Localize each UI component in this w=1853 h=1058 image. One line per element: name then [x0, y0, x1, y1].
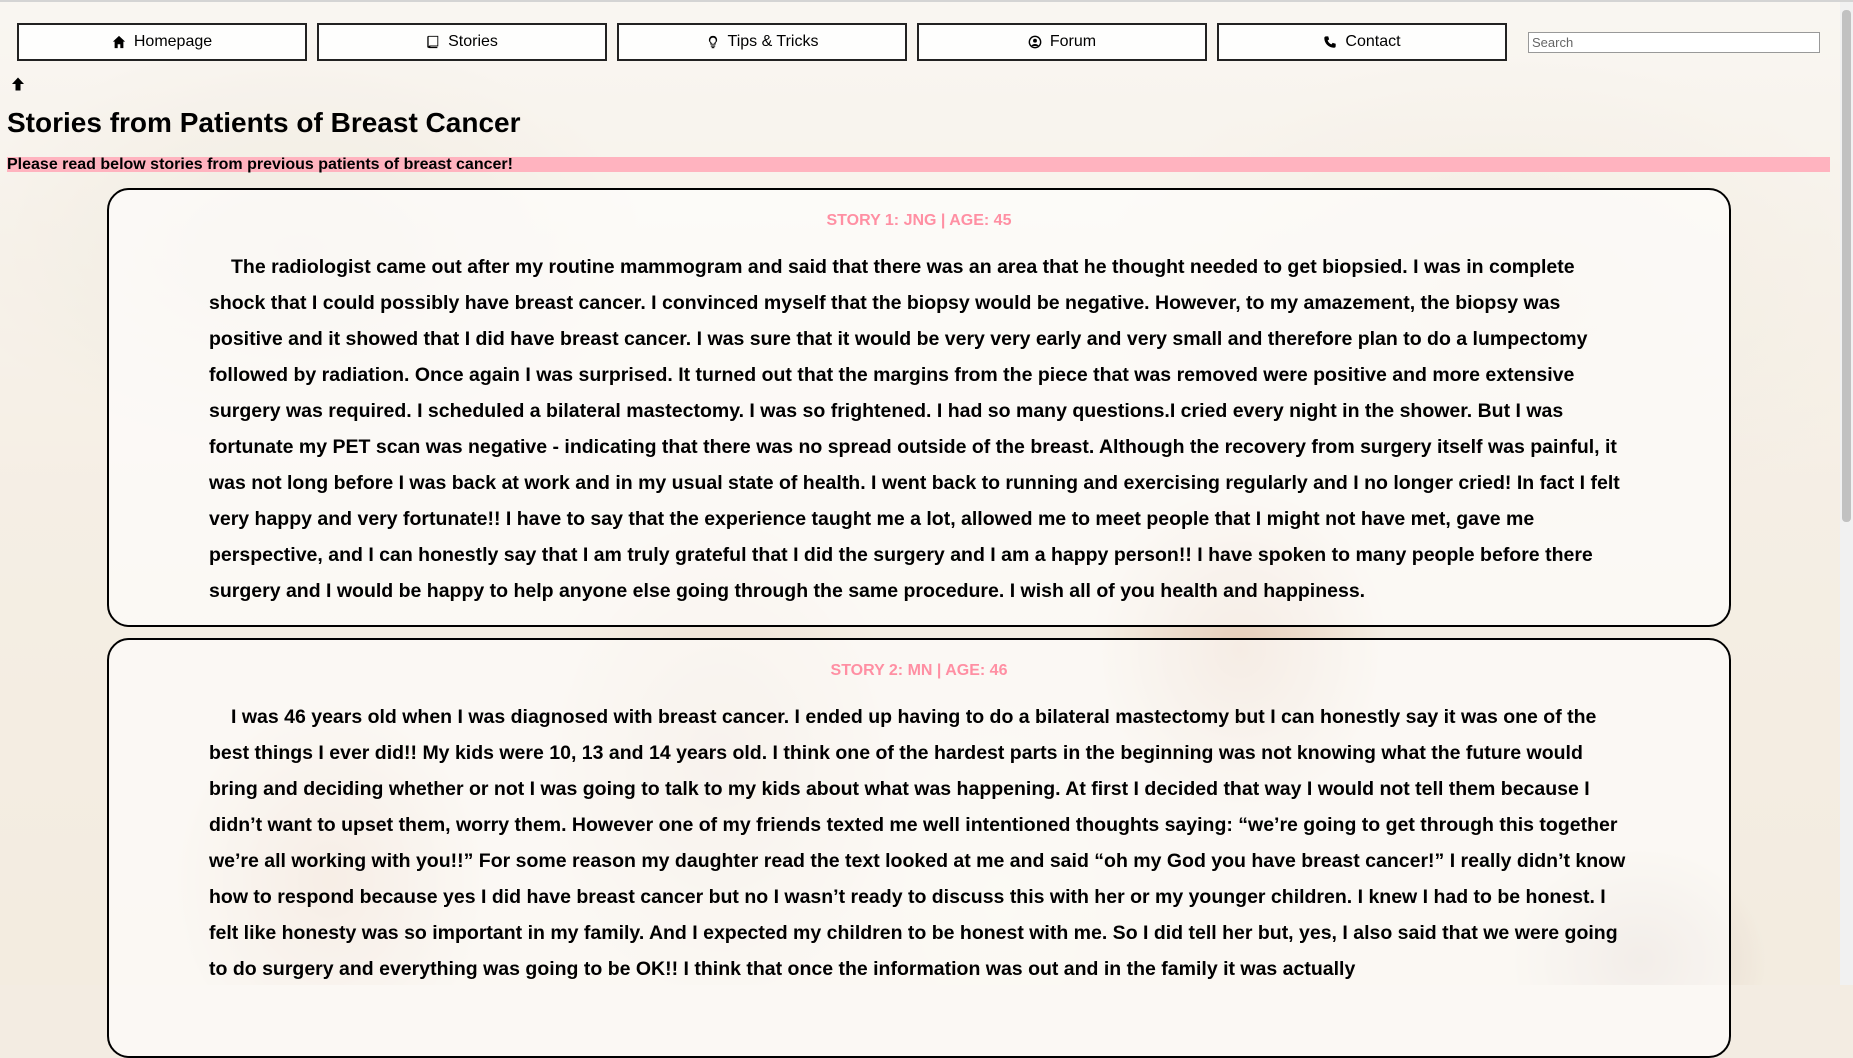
story-body: The radiologist came out after my routin… [209, 256, 1620, 602]
home-icon [112, 35, 125, 49]
page-subtitle-banner: Please read below stories from previous … [7, 157, 1830, 173]
story-body: I was 46 years old when I was diagnosed … [209, 706, 1626, 980]
page: Homepage Stories Tips & Tricks Forum Con… [0, 0, 1853, 1058]
arrow-up-icon[interactable] [10, 76, 26, 92]
nav-stories-label: Stories [448, 33, 498, 50]
nav-homepage-button[interactable]: Homepage [17, 23, 307, 61]
nav-homepage-label: Homepage [133, 33, 213, 50]
scrollbar-thumb[interactable] [1842, 10, 1851, 522]
browser-top-border [0, 0, 1853, 2]
book-icon [427, 35, 439, 49]
user-circle-icon [1028, 35, 1042, 49]
page-scrollbar[interactable] [1840, 2, 1853, 985]
phone-icon [1324, 36, 1337, 48]
nav-contact-button[interactable]: Contact [1217, 23, 1507, 61]
nav-tips-label: Tips & Tricks [727, 33, 819, 50]
nav-contact-label: Contact [1345, 33, 1401, 50]
page-title: Stories from Patients of Breast Cancer [7, 107, 521, 138]
story-heading: STORY 2: MN | AGE: 46 [830, 662, 1008, 679]
story-card: STORY 1: JNG | AGE: 45 The radiologist c… [107, 188, 1731, 627]
lightbulb-icon [708, 35, 717, 49]
nav-tips-button[interactable]: Tips & Tricks [617, 23, 907, 61]
nav-forum-button[interactable]: Forum [917, 23, 1207, 61]
nav-stories-button[interactable]: Stories [317, 23, 607, 61]
top-navigation: Homepage Stories Tips & Tricks Forum Con… [17, 23, 1507, 61]
story-heading: STORY 1: JNG | AGE: 45 [826, 212, 1012, 229]
story-card: STORY 2: MN | AGE: 46 I was 46 years old… [107, 638, 1731, 1058]
nav-forum-label: Forum [1049, 33, 1097, 50]
search-input[interactable] [1528, 32, 1820, 53]
